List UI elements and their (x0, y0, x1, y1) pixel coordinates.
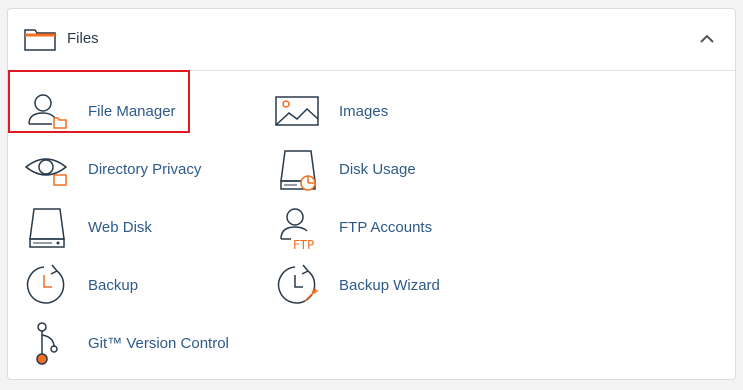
chevron-up-icon[interactable] (697, 29, 717, 49)
git-version-control-label: Git™ Version Control (88, 335, 229, 352)
backup-label: Backup (88, 277, 139, 294)
web-disk-link[interactable]: Web Disk (24, 205, 244, 251)
web-disk-label: Web Disk (88, 219, 152, 236)
git-version-control-link[interactable]: Git™ Version Control (24, 321, 244, 367)
backup-icon (24, 263, 70, 309)
disk-usage-icon (275, 147, 321, 193)
disk-usage-link[interactable]: Disk Usage (275, 147, 495, 193)
ftp-accounts-link[interactable]: FTP FTP Accounts (275, 205, 495, 251)
ftp-icon-text: FTP (293, 238, 314, 251)
file-manager-label: File Manager (88, 103, 176, 120)
images-icon (275, 89, 321, 135)
git-version-control-icon (24, 321, 70, 367)
backup-wizard-icon (275, 263, 321, 309)
images-label: Images (339, 103, 389, 120)
ftp-accounts-label: FTP Accounts (339, 219, 433, 236)
files-panel: Files File Manager Directory Privacy Web… (7, 8, 736, 380)
web-disk-icon (24, 205, 70, 251)
file-manager-icon (24, 89, 70, 135)
panel-header[interactable]: Files (8, 9, 735, 71)
folder-icon (24, 27, 56, 51)
directory-privacy-link[interactable]: Directory Privacy (24, 147, 244, 193)
backup-wizard-label: Backup Wizard (339, 277, 440, 294)
directory-privacy-label: Directory Privacy (88, 161, 202, 178)
disk-usage-label: Disk Usage (339, 161, 416, 178)
backup-link[interactable]: Backup (24, 263, 244, 309)
images-link[interactable]: Images (275, 89, 495, 135)
section-title: Files (67, 30, 99, 47)
backup-wizard-link[interactable]: Backup Wizard (275, 263, 495, 309)
directory-privacy-icon (24, 147, 70, 193)
file-manager-link[interactable]: File Manager (24, 89, 244, 135)
ftp-accounts-icon: FTP (275, 205, 321, 251)
